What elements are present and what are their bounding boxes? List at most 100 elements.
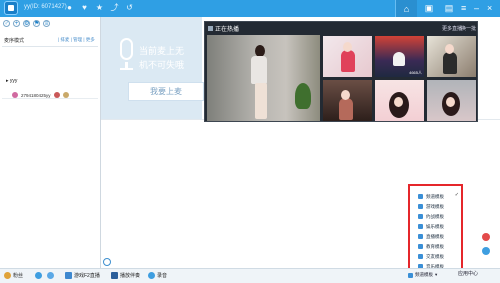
yy-logo-icon[interactable] <box>4 1 18 15</box>
list-icon[interactable]: ≡ <box>43 20 50 27</box>
template-icon <box>418 224 423 229</box>
mic-mode-label: 麦序模式 <box>4 38 25 44</box>
speaker-button[interactable] <box>47 272 54 279</box>
streamer-face <box>341 90 350 100</box>
gamepad-icon: ▣ <box>424 3 434 13</box>
microphone-button[interactable] <box>35 272 42 279</box>
music-label: 播放伴奏 <box>120 273 141 279</box>
mic-queue-user[interactable]: ▸ yyy <box>6 78 17 84</box>
menu-item-game[interactable]: 游戏模板 <box>418 202 462 211</box>
template-icon <box>418 204 423 209</box>
add-icon[interactable]: + <box>13 20 20 27</box>
record-icon <box>148 272 155 279</box>
template-select[interactable]: 频道模板 ▾ <box>408 270 439 280</box>
live-icon <box>208 26 213 31</box>
menu-item-label: 游戏模板 <box>426 203 444 209</box>
left-panel: ♂ + ⚙ ⚑ ≡ 麦序模式 | 排麦 | 管理 | 更多 ▸ yyy 2794… <box>0 17 101 268</box>
menu-icon[interactable]: ≡ <box>461 2 466 14</box>
game-tab[interactable]: ▣ <box>418 0 440 17</box>
menu-item-live[interactable]: 直播模板 <box>418 232 462 241</box>
fan-icon <box>4 272 11 279</box>
streamer-body <box>251 56 267 84</box>
shirt-icon: ▤ <box>444 3 454 13</box>
stream-thumbnail[interactable] <box>323 36 372 77</box>
menu-item-education[interactable]: 教育模板 <box>418 242 462 251</box>
minimize-button[interactable]: – <box>474 2 479 14</box>
mic-icon <box>35 272 42 279</box>
speaker-icon <box>47 272 54 279</box>
popup-title: 正在热播 <box>208 24 239 33</box>
music-icon <box>111 272 118 279</box>
stream-thumbnail[interactable] <box>427 80 476 121</box>
title-toolbar: ● ♥ ★ ⤴ ↺ <box>65 3 134 12</box>
featured-stream[interactable] <box>207 35 320 121</box>
chevron-down-icon: ▾ <box>435 272 438 277</box>
stream-thumbnail[interactable] <box>427 36 476 77</box>
plant-decoration <box>295 83 311 109</box>
smile-icon[interactable] <box>103 258 111 266</box>
heart-icon[interactable]: ♥ <box>80 3 89 12</box>
divider <box>2 98 98 99</box>
template-icon <box>418 234 423 239</box>
streamer-face <box>445 44 454 54</box>
stream-thumbnail-grid: 4665人 <box>323 36 477 122</box>
popup-header: 正在热播 更多直播 换一批 <box>205 22 479 34</box>
close-button[interactable]: × <box>487 2 492 14</box>
f2-live-label: 游戏F2直播 <box>74 273 100 279</box>
swap-batch-link[interactable]: 换一批 <box>461 25 476 32</box>
skin-tab[interactable]: ▤ <box>438 0 460 17</box>
room-title: yy(ID: 6071427) <box>24 4 67 10</box>
member-name: 2794180425yy <box>21 92 51 98</box>
mic-mode-links[interactable]: | 排麦 | 管理 | 更多 <box>58 37 95 43</box>
streamer-figure <box>443 52 457 74</box>
home-tab[interactable]: ⌂ <box>395 0 417 17</box>
empty-mic-hint-line2: 机不可失哦 <box>139 60 185 70</box>
template-icon <box>408 272 413 278</box>
divider <box>2 46 98 47</box>
go-on-mic-button[interactable]: 我要上麦 <box>128 82 204 101</box>
template-icon <box>418 254 423 259</box>
chat-bubble-icon[interactable] <box>482 247 490 255</box>
template-icon <box>418 194 423 199</box>
microphone-icon <box>118 38 136 72</box>
right-toolbar <box>482 233 490 261</box>
streamer-figure <box>341 50 355 72</box>
person-icon[interactable]: ♂ <box>3 20 10 27</box>
streamer-legs <box>255 83 267 119</box>
thumbnail-label: 4665人 <box>409 70 422 75</box>
streamer-face <box>446 97 455 107</box>
fan-button[interactable]: 粉丝 <box>4 272 23 279</box>
streamer-face <box>343 42 352 52</box>
settings-icon[interactable]: ⚙ <box>23 20 30 27</box>
menu-item-label: 教育模板 <box>426 243 444 249</box>
wrestling-ring <box>393 52 405 66</box>
back-icon[interactable]: ↺ <box>125 3 134 12</box>
menu-item-battle[interactable]: 约战模板 <box>418 212 462 221</box>
streamer-face <box>394 97 403 107</box>
user-icon[interactable]: ● <box>65 3 74 12</box>
template-icon <box>418 244 423 249</box>
stream-thumbnail[interactable]: 4665人 <box>375 36 424 77</box>
flag-icon[interactable]: ⚑ <box>33 20 40 27</box>
popup-title-text: 正在热播 <box>215 27 240 33</box>
music-button[interactable]: 播放伴奏 <box>111 272 140 279</box>
more-live-link[interactable]: 更多直播 <box>442 25 462 32</box>
menu-item-social[interactable]: 交友模板 <box>418 252 462 261</box>
menu-item-channel[interactable]: 频道模板 ✓ <box>418 192 462 201</box>
title-bar: yy(ID: 6071427) ● ♥ ★ ⤴ ↺ ⌂ ▣ ▤ ≡ – × <box>0 0 500 17</box>
gift-icon[interactable] <box>482 233 490 241</box>
menu-item-entertain[interactable]: 娱乐模板 <box>418 222 462 231</box>
record-button[interactable]: 录音 <box>148 272 167 279</box>
share-icon[interactable]: ⤴ <box>110 3 119 12</box>
app-center-button[interactable]: 应用中心 <box>458 270 478 277</box>
streamer-figure <box>339 98 353 120</box>
template-icon <box>418 214 423 219</box>
left-toolbar: ♂ + ⚙ ⚑ ≡ <box>3 20 50 27</box>
record-label: 录音 <box>157 273 168 279</box>
stream-thumbnail[interactable] <box>375 80 424 121</box>
stream-thumbnail[interactable] <box>323 80 372 121</box>
star-icon[interactable]: ★ <box>95 3 104 12</box>
f2-live-button[interactable]: 游戏F2直播 <box>65 272 100 279</box>
home-icon: ⌂ <box>403 3 410 14</box>
live-popup: 正在热播 更多直播 换一批 4665人 <box>204 21 478 122</box>
